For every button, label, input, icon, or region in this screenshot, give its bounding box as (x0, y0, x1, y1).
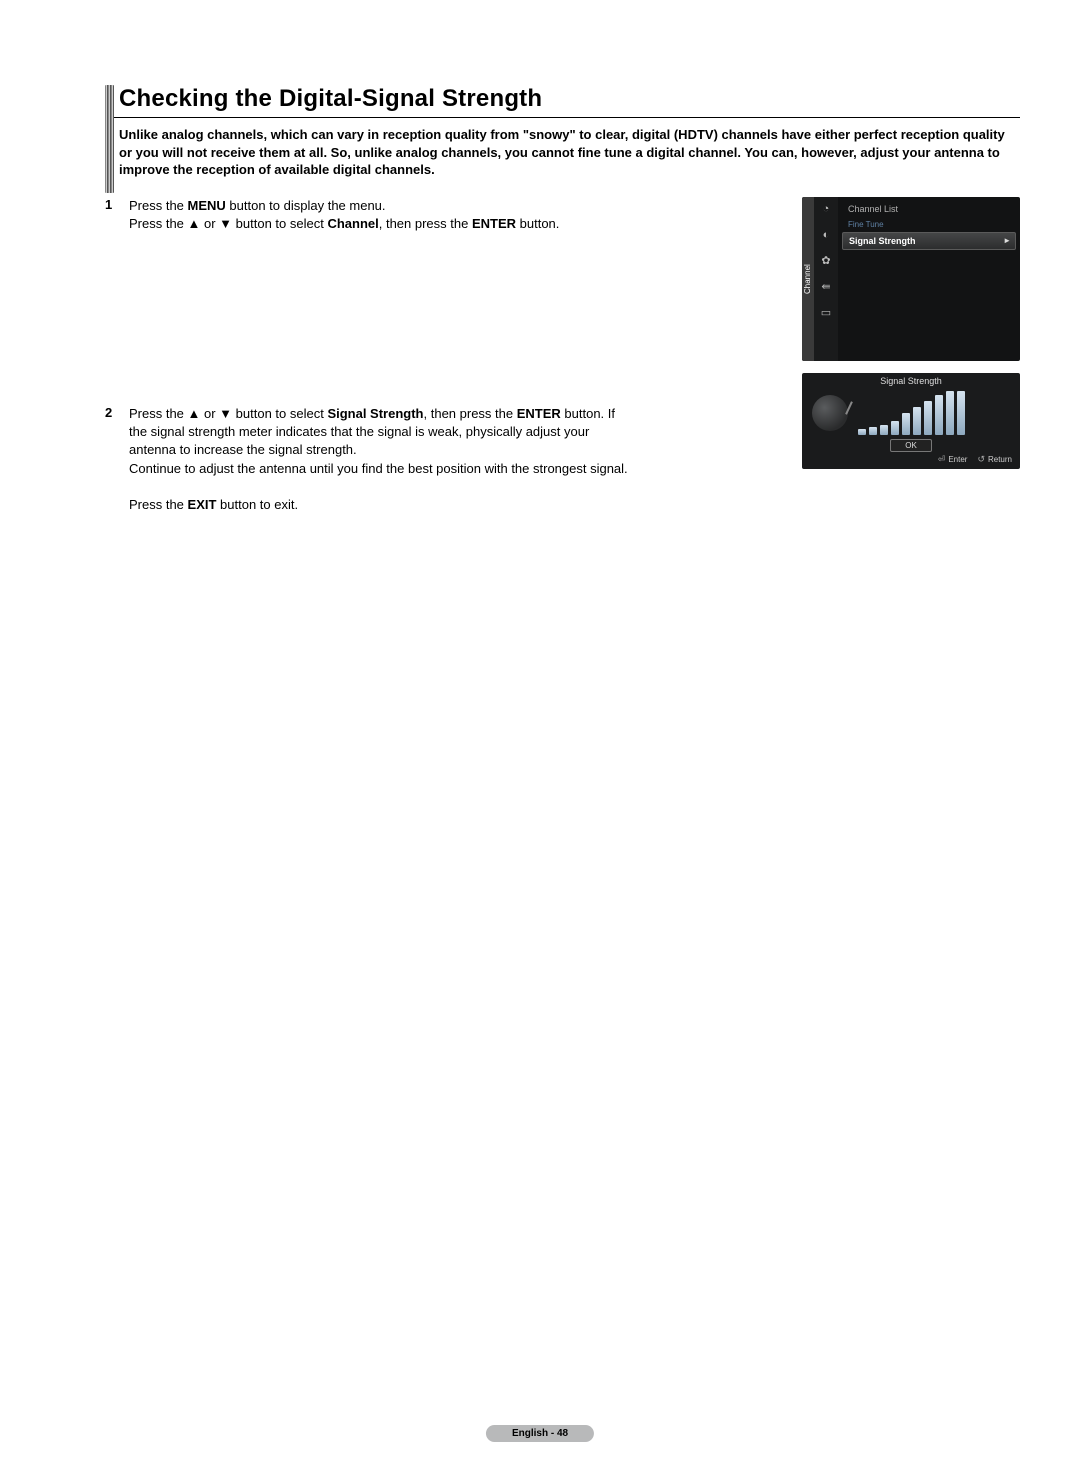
return-icon: ↺ (977, 454, 985, 465)
signal-bar (858, 429, 866, 435)
page-heading: Checking the Digital-Signal Strength (119, 85, 1020, 113)
step: 2Press the ▲ or ▼ button to select Signa… (105, 405, 788, 514)
enter-icon: ⏎ (938, 454, 946, 465)
intro-paragraph: Unlike analog channels, which can vary i… (119, 126, 1020, 179)
signal-bar (891, 421, 899, 435)
heading-rule (105, 117, 1020, 118)
signal-strength-screenshot: Signal Strength OK ⏎Enter ↺Return (802, 373, 1020, 469)
signal-bar (935, 395, 943, 435)
signal-bar (880, 425, 888, 435)
signal-bar (946, 391, 954, 435)
signal-bar (924, 401, 932, 435)
screenshots-column: Channel ◔ ◐ ✿ ⇚ ▭ Channel ListFine TuneS… (802, 197, 1020, 515)
ok-button[interactable]: OK (890, 439, 932, 452)
step: 1 Press the MENU button to display the me… (105, 197, 788, 233)
picture-icon: ◔ (818, 201, 834, 217)
signal-panel-title: Signal Strength (802, 373, 1020, 389)
channel-icon: ◐ (818, 227, 834, 243)
tv-menu-items: Channel ListFine TuneSignal Strength (838, 197, 1020, 361)
signal-bar (913, 407, 921, 435)
setup-icon: ✿ (818, 253, 834, 269)
tv-menu-category-tab: Channel (802, 197, 814, 361)
satellite-dish-icon (812, 395, 848, 431)
input-icon: ⇚ (818, 279, 834, 295)
page-footer: English - 48 (486, 1425, 594, 1442)
application-icon: ▭ (818, 305, 834, 321)
step-body: Press the MENU button to display the men… (129, 197, 559, 233)
tv-menu-item[interactable]: Channel List (842, 201, 1016, 217)
signal-bar (869, 427, 877, 435)
step-number: 2 (105, 405, 117, 514)
tv-menu-item[interactable]: Signal Strength (842, 232, 1016, 250)
enter-hint: ⏎Enter (938, 454, 968, 465)
return-hint: ↺Return (977, 454, 1012, 465)
signal-bar (957, 391, 965, 435)
signal-bar (902, 413, 910, 435)
step-number: 1 (105, 197, 117, 233)
steps-column: 1 Press the MENU button to display the me… (105, 197, 788, 515)
decorative-left-bar (105, 85, 114, 193)
tv-menu-icon-column: ◔ ◐ ✿ ⇚ ▭ (814, 197, 838, 361)
signal-bars (858, 391, 1010, 437)
tv-menu-screenshot: Channel ◔ ◐ ✿ ⇚ ▭ Channel ListFine TuneS… (802, 197, 1020, 361)
step-body: Press the ▲ or ▼ button to select Signal… (129, 405, 634, 514)
tv-menu-item[interactable]: Fine Tune (842, 217, 1016, 232)
